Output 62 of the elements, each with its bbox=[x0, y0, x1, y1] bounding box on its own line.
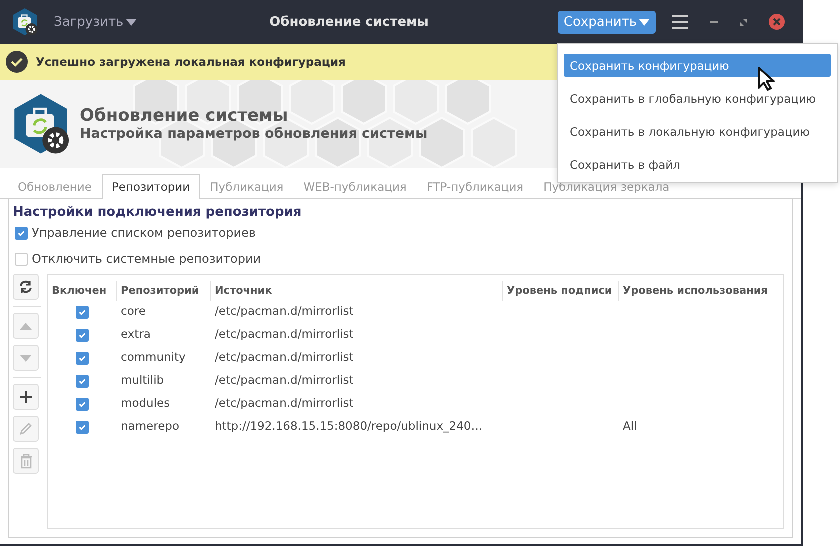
menu-item[interactable]: Сохранить в локальную конфигурацию bbox=[564, 120, 831, 143]
add-button[interactable] bbox=[13, 384, 39, 410]
column-header[interactable]: Источник bbox=[210, 281, 502, 301]
section-title: Настройки подключения репозитория bbox=[13, 205, 303, 220]
window-title: Обновление системы bbox=[268, 14, 430, 30]
refresh-icon bbox=[18, 279, 34, 295]
table-cell-text: multilib bbox=[120, 372, 166, 389]
column-header[interactable]: Репозиторий bbox=[116, 281, 210, 301]
trash-icon bbox=[20, 454, 32, 468]
notification-text: Успешно загружена локальная конфигурация bbox=[36, 55, 346, 69]
checkbox[interactable] bbox=[15, 252, 28, 266]
table-cell-text: /etc/pacman.d/mirrorlist bbox=[214, 303, 355, 320]
table-cell-text: /etc/pacman.d/mirrorlist bbox=[214, 326, 355, 343]
checkbox-label: Управление списком репозиториев bbox=[32, 226, 256, 240]
check-icon bbox=[78, 331, 86, 340]
check-icon bbox=[78, 423, 86, 432]
table-cell-text: namerepo bbox=[120, 418, 180, 435]
checkbox[interactable] bbox=[76, 306, 88, 319]
app-title: Обновление системы bbox=[80, 106, 290, 126]
table-cell-text: http://192.168.15.15:8080/repo/ublinux_240… bbox=[214, 418, 484, 435]
table-cell-text: /etc/pacman.d/mirrorlist bbox=[214, 372, 355, 389]
table-cell-text: /etc/pacman.d/mirrorlist bbox=[214, 349, 355, 366]
checkbox[interactable] bbox=[76, 352, 88, 365]
column-header[interactable]: Уровень подписи bbox=[502, 281, 618, 301]
check-icon bbox=[17, 228, 26, 238]
table-cell-text: community bbox=[120, 349, 187, 366]
checkbox[interactable] bbox=[15, 226, 28, 240]
table-cell-text: All bbox=[622, 418, 638, 435]
menu-item[interactable]: Сохранить в глобальную конфигурацию bbox=[564, 87, 831, 110]
checkbox[interactable] bbox=[76, 398, 88, 411]
check-icon bbox=[78, 308, 86, 317]
plus-icon bbox=[20, 391, 32, 403]
app-subtitle: Настройка параметров обновления системы bbox=[80, 126, 428, 142]
minimize-icon bbox=[710, 20, 718, 24]
app-logo-icon bbox=[10, 7, 40, 37]
load-button[interactable]: Загрузить bbox=[50, 10, 141, 34]
tab[interactable]: Репозитории bbox=[102, 174, 200, 199]
up-arrow-icon bbox=[20, 322, 32, 330]
mouse-pointer-icon bbox=[757, 66, 777, 92]
checkbox-label: Отключить системные репозитории bbox=[32, 252, 262, 266]
table-cell-text: extra bbox=[120, 326, 152, 343]
checkbox[interactable] bbox=[76, 375, 88, 388]
caret-icon bbox=[126, 18, 137, 26]
check-icon bbox=[78, 377, 86, 386]
column-header[interactable]: Уровень использования bbox=[618, 281, 783, 301]
check-icon bbox=[78, 354, 86, 363]
checkbox[interactable] bbox=[76, 329, 88, 342]
check-icon bbox=[78, 400, 86, 409]
caret-icon bbox=[639, 18, 650, 26]
table-cell-text: modules bbox=[120, 395, 172, 412]
checkbox[interactable] bbox=[76, 421, 88, 434]
down-arrow-icon bbox=[20, 354, 32, 362]
table-cell-text: core bbox=[120, 303, 147, 320]
close-icon bbox=[769, 14, 785, 30]
table-cell-text: /etc/pacman.d/mirrorlist bbox=[214, 395, 355, 412]
refresh-button[interactable] bbox=[13, 274, 39, 300]
menu-item[interactable]: Сохранить в файл bbox=[564, 153, 831, 176]
pencil-icon bbox=[19, 422, 33, 436]
column-header[interactable]: Включен bbox=[48, 281, 116, 301]
maximize-icon bbox=[740, 18, 747, 26]
menu-icon bbox=[672, 15, 688, 29]
success-icon bbox=[6, 51, 28, 73]
